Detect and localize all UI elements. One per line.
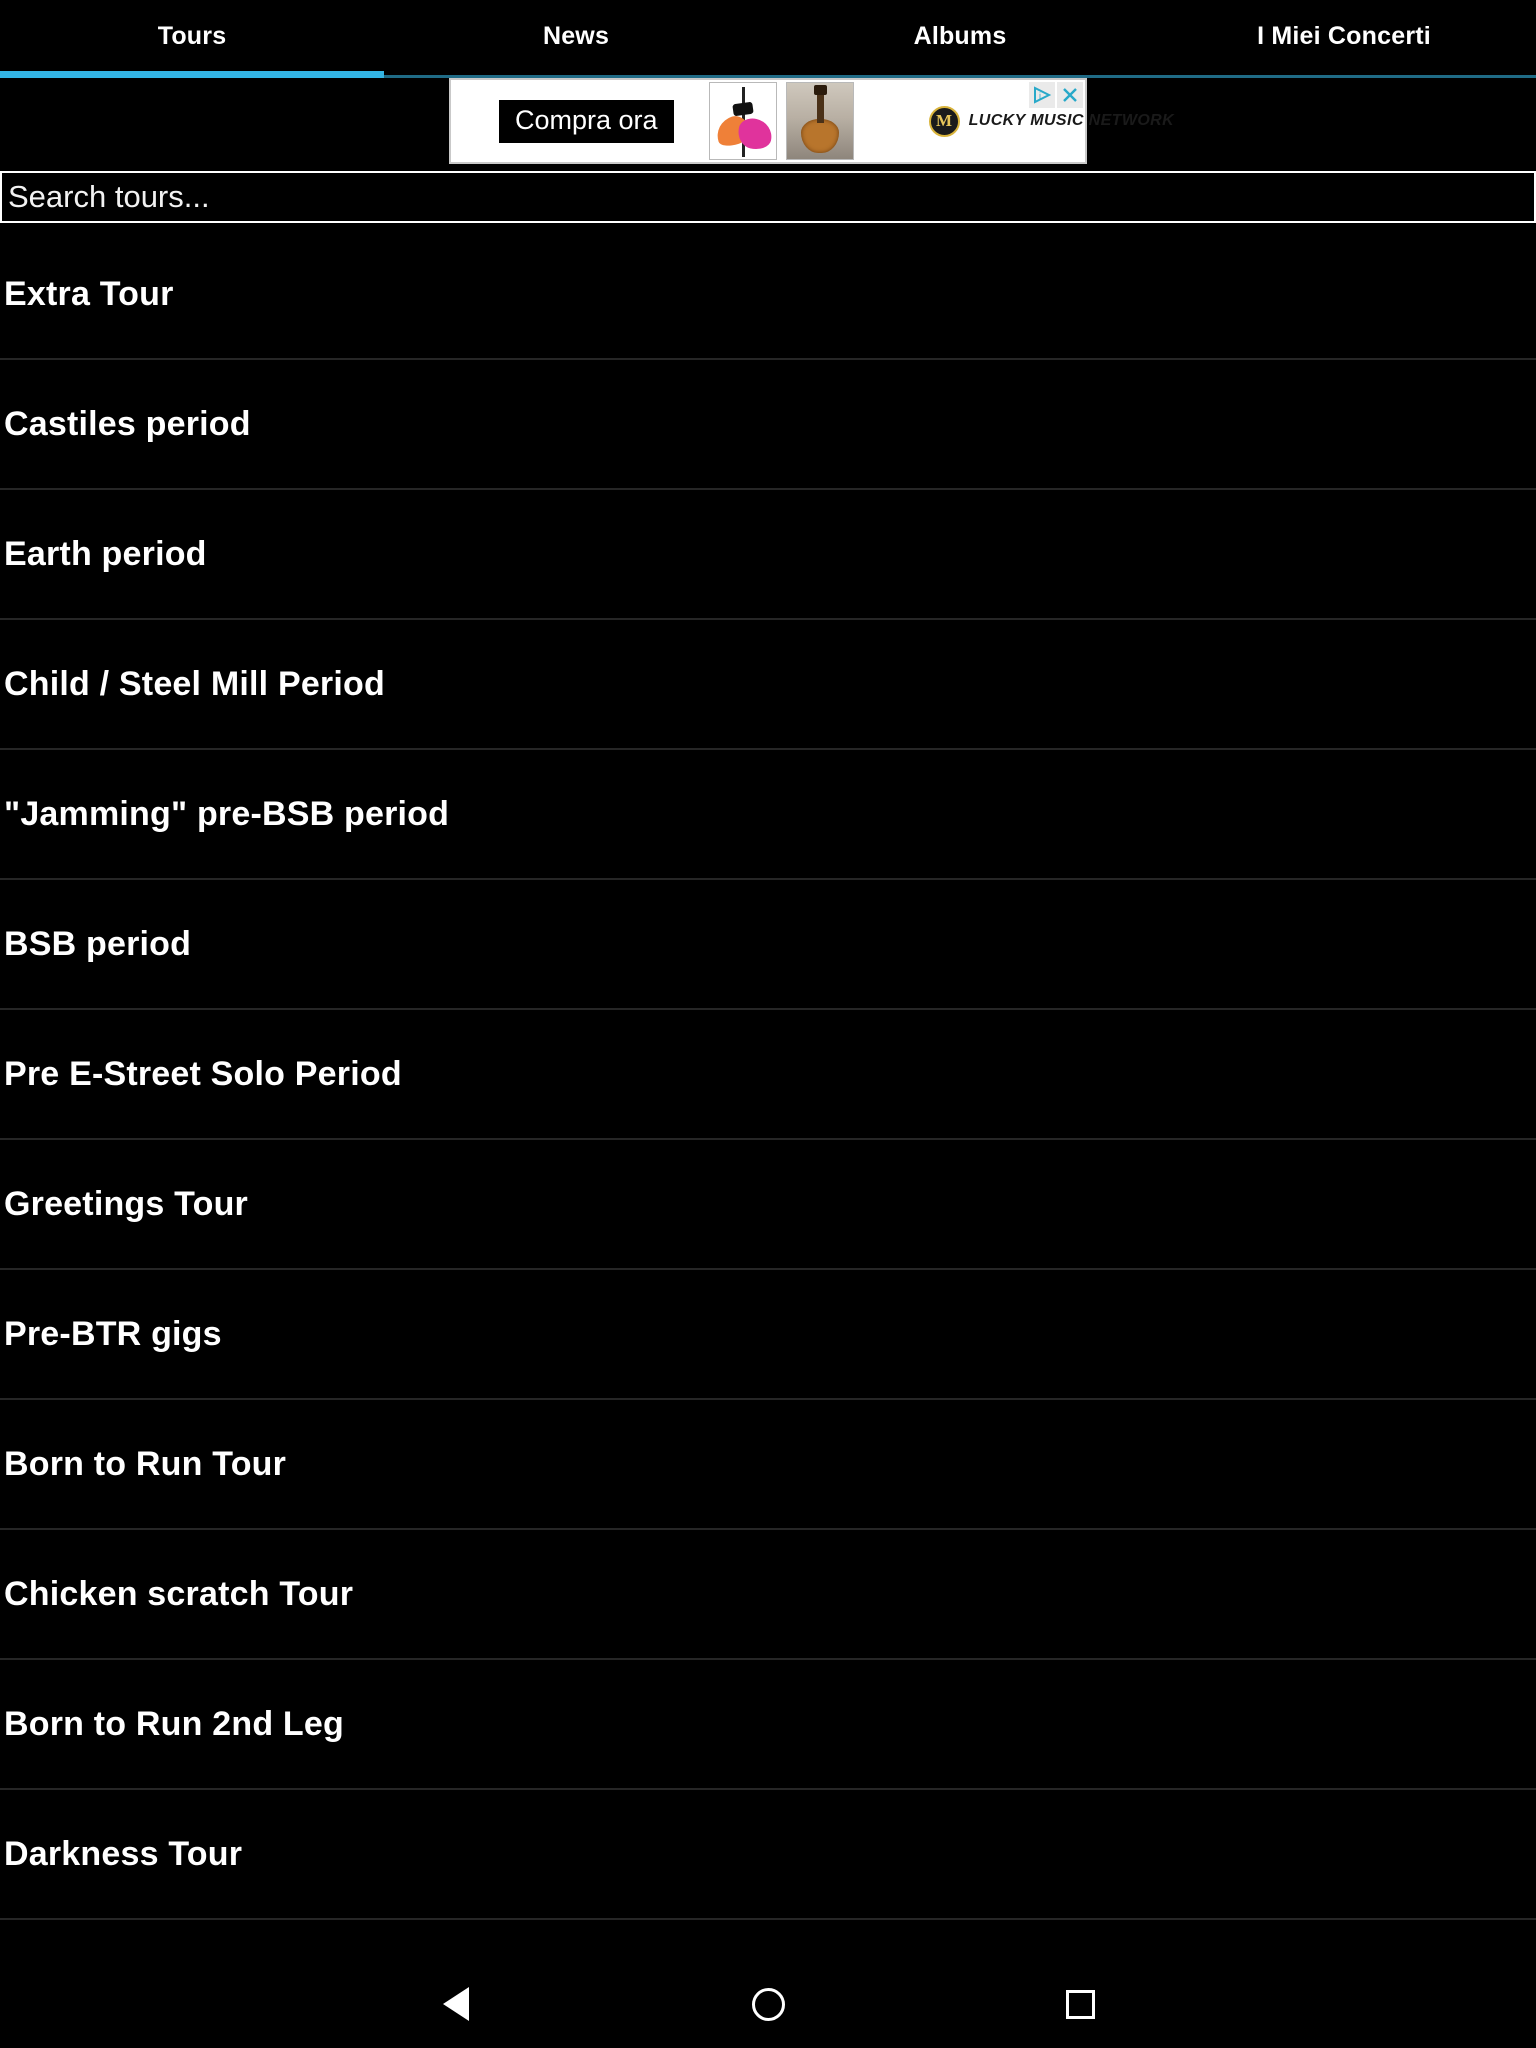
nav-back-button[interactable]	[401, 1960, 511, 2048]
tab-label: Tours	[157, 21, 227, 50]
tour-name: Born to Run 2nd Leg	[4, 1704, 344, 1743]
ad-cta-button[interactable]: Compra ora	[499, 99, 674, 143]
tour-name: Extra Tour	[4, 274, 174, 313]
tour-name: "Jamming" pre-BSB period	[4, 794, 450, 833]
tab-label: Albums	[913, 21, 1007, 50]
tour-name: Darkness Tour	[4, 1834, 243, 1873]
list-item[interactable]: Earth period	[0, 490, 1536, 620]
tour-name: Pre-BTR gigs	[4, 1314, 222, 1353]
list-item[interactable]: BSB period	[0, 880, 1536, 1010]
recents-square-icon	[1065, 1989, 1095, 2019]
advertiser-logo: LUCKY MUSIC NETWORK	[928, 105, 1175, 137]
tab-label: News	[542, 21, 610, 50]
tour-name: Castiles period	[4, 404, 251, 443]
list-item[interactable]: Castiles period	[0, 360, 1536, 490]
tour-name: Chicken scratch Tour	[4, 1574, 354, 1613]
tour-name: Born to Run Tour	[4, 1444, 287, 1483]
svg-text:i: i	[1039, 91, 1041, 101]
app-screen: Tours News Albums I Miei Concerti Compra…	[0, 0, 1536, 2048]
list-item[interactable]: Pre-BTR gigs	[0, 1270, 1536, 1400]
close-icon[interactable]	[1057, 82, 1083, 108]
search-bar	[0, 164, 1536, 230]
guitar-headstock-shape	[813, 85, 827, 95]
ad-banner[interactable]: Compra ora LUCKY MUSIC NETWORK	[449, 78, 1174, 164]
list-item[interactable]: Born to Run 2nd Leg	[0, 1660, 1536, 1790]
list-item[interactable]: Child / Steel Mill Period	[0, 620, 1536, 750]
active-tab-indicator	[0, 71, 384, 78]
tour-name: Child / Steel Mill Period	[4, 664, 385, 703]
ad-zone: Compra ora LUCKY MUSIC NETWORK	[0, 78, 1536, 164]
nav-home-button[interactable]	[713, 1960, 823, 2048]
tab-bar: Tours News Albums I Miei Concerti	[0, 0, 1536, 78]
guitars-on-wall-thumbnail	[785, 82, 854, 160]
tab-news[interactable]: News	[384, 0, 768, 72]
list-item[interactable]: Darkness Tour	[0, 1790, 1536, 1920]
system-navigation-bar	[0, 1960, 1536, 2048]
list-item[interactable]: "Jamming" pre-BSB period	[0, 750, 1536, 880]
lucky-music-logo-icon	[928, 105, 960, 137]
tour-name: Greetings Tour	[4, 1184, 248, 1223]
tab-label: I Miei Concerti	[1257, 21, 1431, 50]
ad-controls: i	[1029, 82, 1083, 108]
list-item[interactable]: Pre E-Street Solo Period	[0, 1010, 1536, 1140]
guitar-body-shape	[800, 119, 839, 153]
advertiser-name: LUCKY MUSIC NETWORK	[968, 112, 1175, 129]
list-item[interactable]: Born to Run Tour	[0, 1400, 1536, 1530]
search-input[interactable]	[0, 171, 1536, 223]
tour-name: Earth period	[4, 534, 207, 573]
nav-recents-button[interactable]	[1025, 1960, 1135, 2048]
list-item[interactable]: Chicken scratch Tour	[0, 1530, 1536, 1660]
tab-i-miei-concerti[interactable]: I Miei Concerti	[1152, 0, 1536, 72]
tab-tours[interactable]: Tours	[0, 0, 384, 72]
list-item[interactable]: Greetings Tour	[0, 1140, 1536, 1270]
home-circle-icon	[751, 1987, 785, 2021]
tour-name: Pre E-Street Solo Period	[4, 1054, 402, 1093]
list-item[interactable]: Extra Tour	[0, 230, 1536, 360]
tab-albums[interactable]: Albums	[768, 0, 1152, 72]
tour-name: BSB period	[4, 924, 192, 963]
tour-list[interactable]: Extra Tour Castiles period Earth period …	[0, 230, 1536, 1960]
adchoices-triangle-icon[interactable]: i	[1029, 82, 1055, 108]
mic-head-shape	[731, 101, 754, 117]
back-triangle-icon	[443, 1987, 469, 2021]
microphone-windscreens-thumbnail	[708, 82, 777, 160]
ad-thumbnails	[708, 82, 854, 160]
